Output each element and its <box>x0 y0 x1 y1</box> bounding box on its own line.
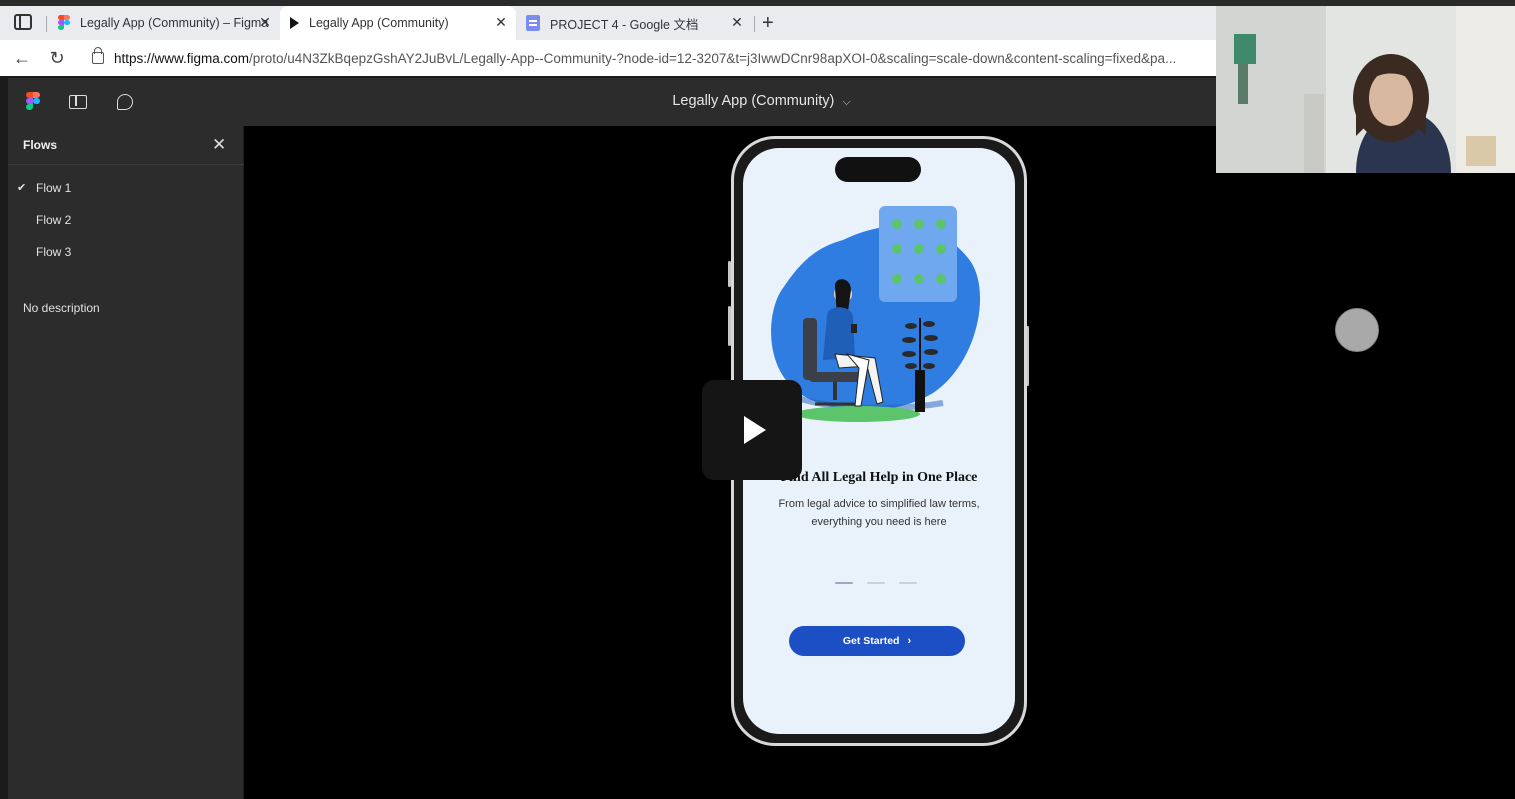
screen-recording-frame: Legally App (Community) – Figma ✕ Legall… <box>0 0 1515 799</box>
figma-logo-icon <box>58 15 70 31</box>
url-host: https://www.figma.com <box>113 50 250 66</box>
close-icon[interactable]: ✕ <box>730 15 744 29</box>
url-text: https://www.figma.com/proto/u4N3ZkBqepzG… <box>114 51 1220 66</box>
close-icon[interactable]: ✕ <box>494 15 508 29</box>
get-started-button[interactable]: Get Started › <box>789 626 965 656</box>
close-icon[interactable]: ✕ <box>212 135 226 155</box>
flow-item-3[interactable]: Flow 3 <box>36 245 71 259</box>
url-path: /proto/u4N3ZkBqepzGshAY2JuBvL/Legally-Ap… <box>249 50 1177 66</box>
google-docs-icon <box>526 15 540 31</box>
tab-figma-prototype[interactable]: Legally App (Community) ✕ <box>280 6 516 40</box>
tab-label: PROJECT 4 - Google 文档 <box>550 17 699 32</box>
play-icon <box>744 416 766 444</box>
pagination-dot[interactable] <box>899 582 917 584</box>
subtitle-line: everything you need is here <box>811 516 947 528</box>
tab-actions-icon[interactable] <box>14 14 32 30</box>
title-text: All Legal Help in One Place <box>808 470 978 485</box>
webcam-feed-image <box>1216 6 1515 173</box>
video-play-button[interactable] <box>702 380 802 480</box>
flow-item-2[interactable]: Flow 2 <box>36 213 71 227</box>
reload-icon[interactable]: ↻ <box>46 47 68 69</box>
get-started-label: Get Started <box>842 635 900 647</box>
new-tab-button[interactable]: + <box>762 12 774 35</box>
tab-separator <box>46 16 47 32</box>
flow-description: No description <box>23 301 100 315</box>
pagination-dots <box>835 582 925 586</box>
tab-label: Legally App (Community) – Figma <box>80 16 269 30</box>
webcam-overlay <box>1216 6 1515 173</box>
pagination-dot-active[interactable] <box>835 582 853 584</box>
url-field[interactable]: https://www.figma.com/proto/u4N3ZkBqepzG… <box>80 44 1220 72</box>
subtitle-line: From legal advice to simplified law term… <box>778 498 980 510</box>
divider <box>8 164 244 165</box>
flow-item-1[interactable]: Flow 1 <box>36 181 71 195</box>
tab-separator <box>754 16 755 32</box>
flows-panel: Flows ✕ ✔ Flow 1 Flow 2 Flow 3 No descri… <box>8 126 244 799</box>
check-icon: ✔ <box>17 182 27 194</box>
tab-figma-file[interactable]: Legally App (Community) – Figma ✕ <box>48 6 280 40</box>
close-icon[interactable]: ✕ <box>258 15 272 29</box>
prototype-title-text: Legally App (Community) <box>672 93 835 109</box>
play-icon <box>290 17 299 29</box>
prototype-canvas: Find All Legal Help in One Place From le… <box>245 126 1515 799</box>
site-info-lock-icon[interactable] <box>92 47 104 64</box>
chevron-right-icon: › <box>907 635 912 647</box>
tab-label: Legally App (Community) <box>309 16 449 30</box>
cursor-highlight <box>1335 308 1379 352</box>
back-arrow-icon[interactable]: ← <box>11 47 33 69</box>
chevron-down-icon: ⌵ <box>842 96 851 108</box>
flows-heading: Flows <box>23 138 58 152</box>
tab-google-doc[interactable]: PROJECT 4 - Google 文档 ✕ <box>516 6 752 40</box>
pagination-dot[interactable] <box>867 582 885 584</box>
onboarding-subtitle: From legal advice to simplified law term… <box>763 495 995 531</box>
